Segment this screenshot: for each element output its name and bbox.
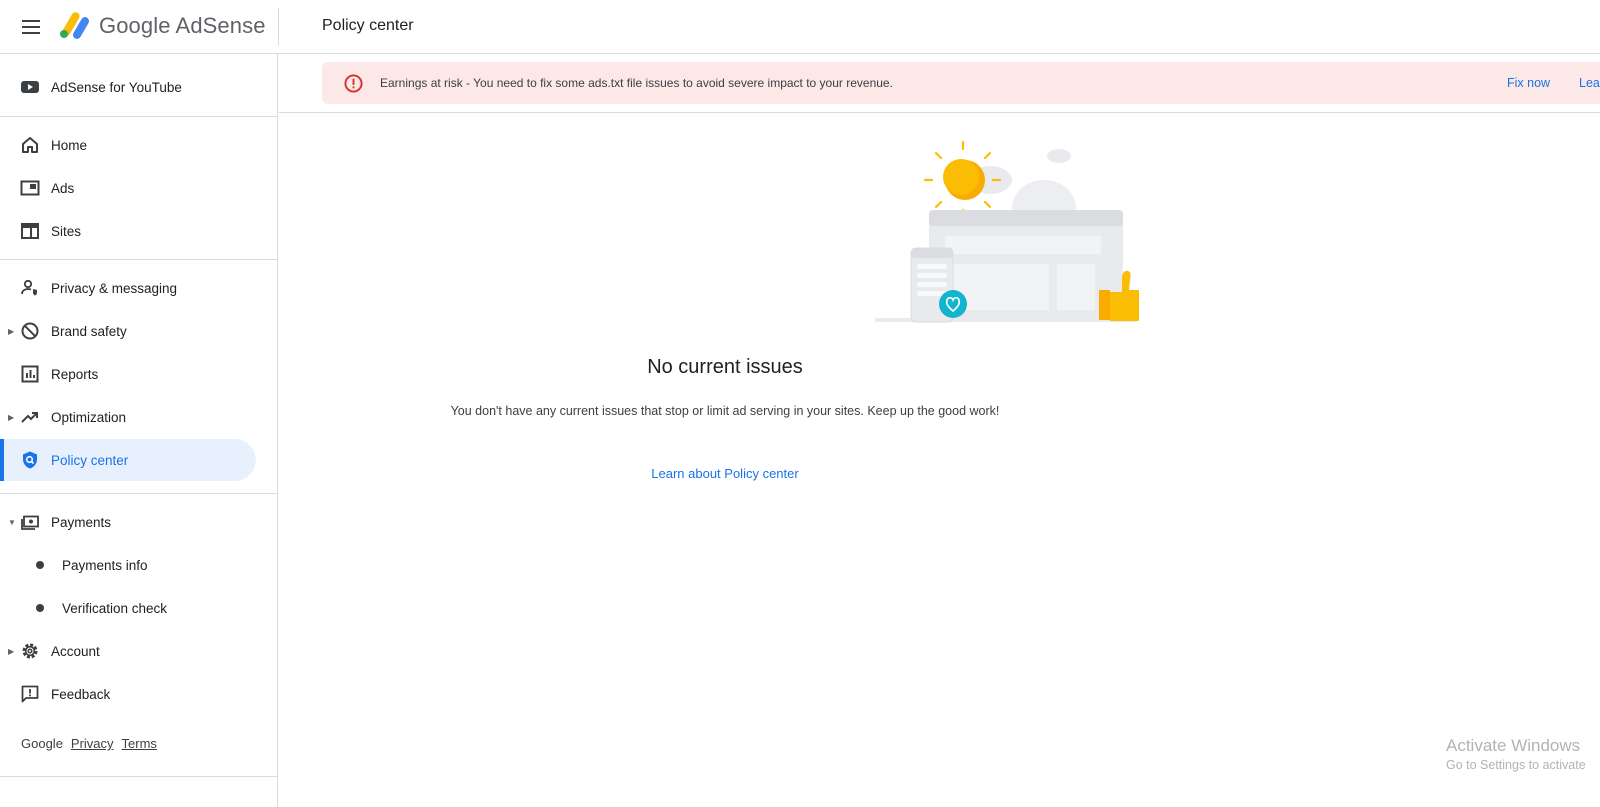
empty-state-description: You don't have any current issues that s… bbox=[450, 404, 1000, 418]
divider bbox=[278, 8, 279, 46]
error-icon bbox=[344, 74, 363, 93]
page-title: Policy center bbox=[322, 17, 414, 34]
sidebar-item-label: Feedback bbox=[51, 686, 111, 702]
payments-icon bbox=[21, 515, 39, 530]
ads-icon bbox=[20, 180, 40, 196]
empty-state-title: No current issues bbox=[647, 356, 803, 378]
sidebar-item-privacy-messaging[interactable]: Privacy & messaging bbox=[0, 267, 256, 309]
divider bbox=[0, 776, 277, 777]
sidebar-item-label: Privacy & messaging bbox=[51, 280, 178, 296]
windows-activation-watermark: Activate Windows Go to Settings to activ… bbox=[1446, 736, 1586, 772]
sidebar-item-payments-info[interactable]: Payments info bbox=[0, 544, 256, 586]
sidebar-item-label: Account bbox=[51, 643, 100, 659]
main-content: No current issues You don't have any cur… bbox=[279, 113, 1600, 807]
earnings-at-risk-banner: Earnings at risk - You need to fix some … bbox=[322, 62, 1600, 104]
sidebar-item-account[interactable]: ▶ Account bbox=[0, 630, 256, 672]
divider bbox=[0, 116, 277, 117]
footer-links: Google Privacy Terms bbox=[21, 736, 157, 751]
terms-link[interactable]: Terms bbox=[122, 736, 157, 751]
learn-more-button[interactable]: Lear bbox=[1579, 76, 1600, 90]
chevron-down-icon: ▼ bbox=[8, 517, 16, 527]
sidebar-item-label: Home bbox=[51, 137, 88, 153]
home-icon bbox=[22, 137, 38, 153]
divider bbox=[0, 259, 277, 260]
sidebar-item-verification-check[interactable]: Verification check bbox=[0, 587, 256, 629]
empty-state-link-row: Learn about Policy center bbox=[0, 466, 1450, 481]
adsense-logo-icon[interactable] bbox=[58, 12, 90, 40]
fix-now-button[interactable]: Fix now bbox=[1507, 76, 1550, 90]
sidebar-item-label: Ads bbox=[51, 180, 75, 196]
watermark-title: Activate Windows bbox=[1446, 736, 1581, 755]
hamburger-line bbox=[22, 26, 40, 28]
sidebar-item-adsense-for-youtube[interactable]: AdSense for YouTube bbox=[0, 66, 256, 108]
sidebar-item-ads[interactable]: Ads bbox=[0, 167, 256, 209]
sites-icon bbox=[21, 223, 39, 239]
gear-icon bbox=[22, 643, 38, 659]
sidebar-item-brand-safety[interactable]: ▶ Brand safety bbox=[0, 310, 256, 352]
sidebar-item-label: Brand safety bbox=[51, 323, 127, 339]
learn-about-policy-center-link[interactable]: Learn about Policy center bbox=[651, 466, 798, 481]
no-issues-illustration bbox=[875, 140, 1139, 323]
block-icon bbox=[21, 322, 39, 340]
sidebar-item-label: Payments info bbox=[62, 557, 148, 573]
chevron-right-icon: ▶ bbox=[8, 326, 15, 336]
top-app-bar: Google AdSense Policy center bbox=[0, 0, 1600, 54]
banner-message: Earnings at risk - You need to fix some … bbox=[380, 76, 893, 90]
divider bbox=[0, 493, 277, 494]
sidebar: AdSense for YouTube Home Ads Sites Priva… bbox=[0, 54, 278, 807]
sidebar-item-label: AdSense for YouTube bbox=[51, 79, 182, 95]
hamburger-line bbox=[22, 20, 40, 22]
brand-name[interactable]: Google AdSense bbox=[99, 13, 266, 39]
youtube-icon bbox=[21, 81, 39, 93]
sidebar-item-home[interactable]: Home bbox=[0, 124, 256, 166]
feedback-icon bbox=[21, 685, 39, 703]
sidebar-item-feedback[interactable]: Feedback bbox=[0, 673, 256, 715]
footer-google: Google bbox=[21, 736, 63, 751]
chevron-right-icon: ▶ bbox=[8, 646, 15, 656]
sidebar-item-sites[interactable]: Sites bbox=[0, 210, 256, 252]
main-menu-button[interactable] bbox=[18, 14, 44, 40]
bullet-icon bbox=[36, 561, 44, 569]
sidebar-item-label: Payments bbox=[51, 514, 112, 530]
alert-banner-area: Earnings at risk - You need to fix some … bbox=[279, 54, 1600, 113]
hamburger-line bbox=[22, 32, 40, 34]
watermark-subtitle: Go to Settings to activate bbox=[1446, 758, 1586, 772]
bullet-icon bbox=[36, 604, 44, 612]
privacy-person-icon bbox=[21, 279, 37, 296]
privacy-link[interactable]: Privacy bbox=[71, 736, 114, 751]
heart-icon bbox=[939, 290, 967, 318]
sidebar-item-label: Sites bbox=[51, 223, 82, 239]
sidebar-item-payments[interactable]: ▼ Payments bbox=[0, 501, 256, 543]
sidebar-item-label: Verification check bbox=[62, 600, 168, 616]
